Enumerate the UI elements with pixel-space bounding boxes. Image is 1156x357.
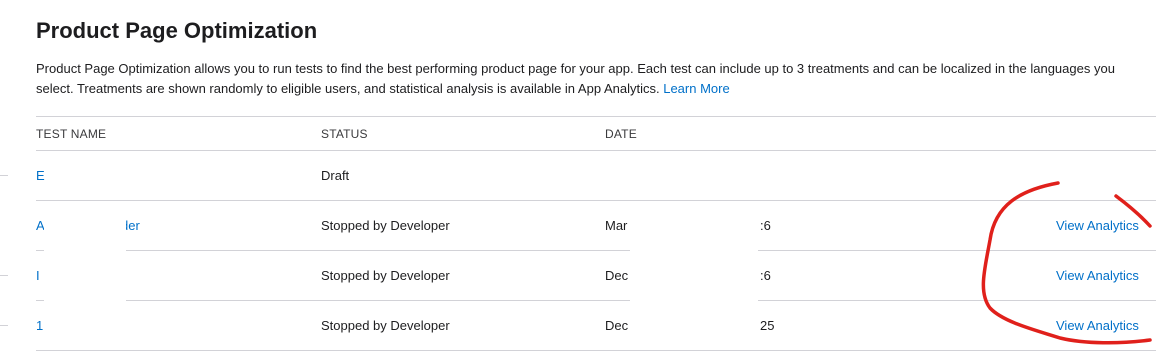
test-status: Stopped by Developer (321, 318, 450, 333)
test-date-start: Dec (605, 268, 629, 283)
test-name-link[interactable]: I (36, 268, 40, 284)
test-date-start: Dec (605, 318, 629, 333)
row-divider (36, 300, 1156, 301)
left-edge-tick (0, 175, 8, 176)
test-date-end: :6 (760, 268, 771, 283)
page-description: Product Page Optimization allows you to … (36, 59, 1154, 99)
test-status: Draft (321, 168, 350, 183)
left-edge-tick (0, 325, 8, 326)
red-annotation-circle (981, 181, 1152, 345)
learn-more-link[interactable]: Learn More (663, 81, 729, 96)
column-header-date[interactable]: DATE (605, 126, 637, 142)
row-divider (36, 250, 1156, 251)
test-name-link[interactable]: 1 (36, 318, 43, 334)
table-top-divider (36, 116, 1156, 117)
test-name-link[interactable]: E (36, 168, 45, 184)
column-header-test-name[interactable]: TEST NAME (36, 126, 106, 142)
table-header-divider (36, 150, 1156, 151)
test-status: Stopped by Developer (321, 268, 450, 283)
redaction-block-dates (630, 201, 758, 350)
view-analytics-link[interactable]: View Analytics (1056, 268, 1139, 284)
row-divider (36, 200, 1156, 201)
redaction-block-names (44, 201, 126, 350)
test-date-end: :6 (760, 218, 771, 233)
page-title: Product Page Optimization (36, 18, 318, 43)
left-edge-tick (0, 275, 8, 276)
row-divider (36, 350, 1156, 351)
view-analytics-link[interactable]: View Analytics (1056, 318, 1139, 334)
test-date-end: 25 (760, 318, 775, 333)
test-date-start: Mar (605, 218, 628, 233)
view-analytics-link[interactable]: View Analytics (1056, 218, 1139, 234)
test-status: Stopped by Developer (321, 218, 450, 233)
description-text: Product Page Optimization allows you to … (36, 61, 1115, 96)
column-header-status[interactable]: STATUS (321, 126, 368, 142)
